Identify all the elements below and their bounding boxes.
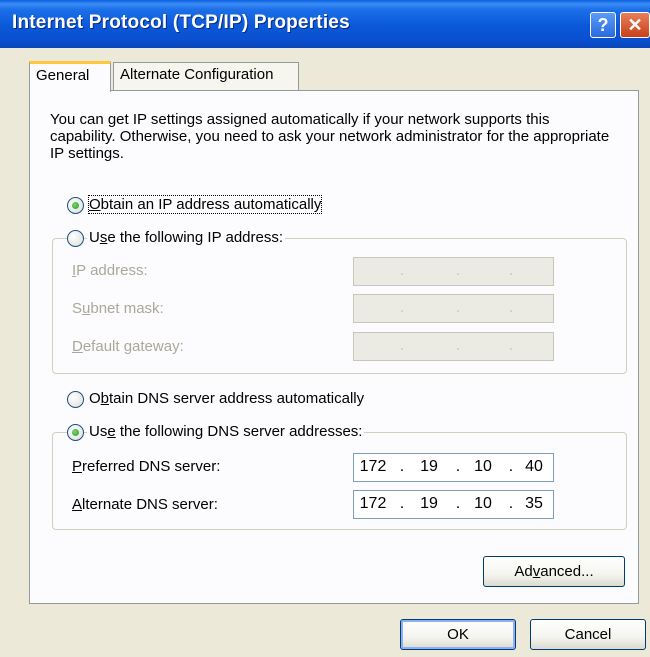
- description-text: You can get IP settings assigned automat…: [50, 111, 610, 162]
- label-use-dns-addresses[interactable]: Use the following DNS server addresses:: [87, 423, 365, 440]
- close-button[interactable]: ✕: [620, 12, 650, 38]
- label-preferred-dns: Preferred DNS server:: [72, 458, 221, 475]
- cancel-button[interactable]: Cancel: [530, 619, 646, 650]
- label-ip-address: IP address:: [72, 262, 148, 279]
- default-gateway-input: . . .: [353, 332, 554, 361]
- window-title: Internet Protocol (TCP/IP) Properties: [12, 12, 350, 33]
- tab-general[interactable]: General: [29, 61, 111, 92]
- help-button[interactable]: ?: [590, 12, 616, 38]
- radio-use-dns-addresses[interactable]: [67, 424, 84, 441]
- label-obtain-ip-auto[interactable]: Obtain an IP address automatically: [87, 195, 324, 214]
- label-use-ip-address[interactable]: Use the following IP address:: [87, 229, 286, 246]
- preferred-dns-input[interactable]: 172. 19. 10. 40: [353, 453, 554, 482]
- alternate-dns-input[interactable]: 172. 19. 10. 35: [353, 490, 554, 519]
- label-subnet-mask: Subnet mask:: [72, 300, 164, 317]
- radio-obtain-dns-auto[interactable]: [67, 391, 84, 408]
- ip-address-input: . . .: [353, 257, 554, 286]
- label-alternate-dns: Alternate DNS server:: [72, 496, 218, 513]
- tab-alternate-configuration[interactable]: Alternate Configuration: [113, 62, 299, 90]
- advanced-button[interactable]: Advanced...: [483, 556, 625, 587]
- dialog-window: Internet Protocol (TCP/IP) Properties ? …: [0, 0, 650, 657]
- ok-button[interactable]: OK: [400, 619, 516, 650]
- title-bar[interactable]: Internet Protocol (TCP/IP) Properties ? …: [0, 0, 650, 48]
- subnet-mask-input: . . .: [353, 294, 554, 323]
- label-obtain-dns-auto[interactable]: Obtain DNS server address automatically: [87, 390, 367, 407]
- radio-use-ip-address[interactable]: [67, 230, 84, 247]
- label-default-gateway: Default gateway:: [72, 338, 184, 355]
- radio-obtain-ip-auto[interactable]: [67, 197, 84, 214]
